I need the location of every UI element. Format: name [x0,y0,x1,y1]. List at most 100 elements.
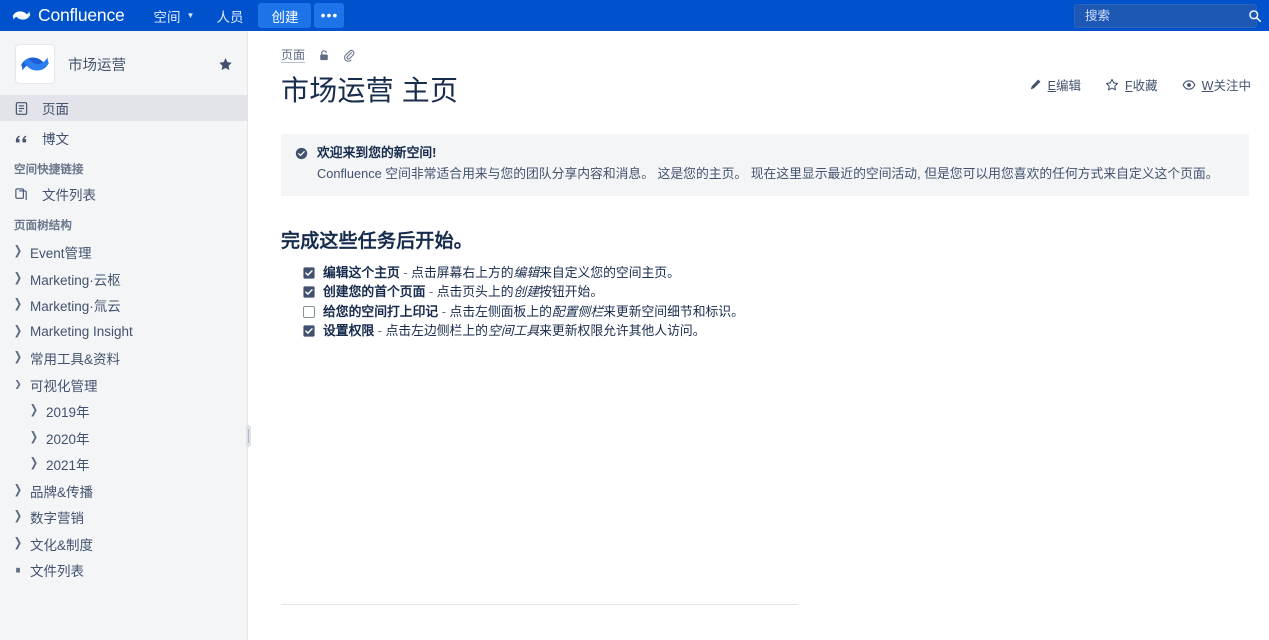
tree-item-digital-marketing[interactable]: ❯ 数字营销 [0,504,247,531]
confluence-logo-icon [12,6,31,25]
tree-item-label: 文件列表 [30,564,84,580]
watch-button-label: W关注中 [1201,79,1251,93]
chevron-right-icon[interactable]: ❯ [10,298,26,312]
lock-icon[interactable] [318,49,330,62]
welcome-notice-title: 欢迎来到您的新空间! [317,144,437,160]
sidebar-resize-handle[interactable] [246,425,251,447]
create-button[interactable]: 创建 [258,3,312,28]
favourite-button-label: F收藏 [1125,79,1158,93]
favourite-button[interactable]: F收藏 [1105,75,1158,94]
sidebar-section-shortcuts: 空间快捷链接 [14,164,84,176]
tree-item-label: 可视化管理 [30,378,98,394]
task-text: 设置权限 - 点击左边侧栏上的空间工具来更新权限允许其他人访问。 [323,323,706,339]
sidebar-item-pages-label: 页面 [42,102,69,117]
page-icon [14,101,31,116]
chevron-right-icon[interactable]: ❯ [26,404,42,418]
check-circle-icon [295,147,308,160]
chevron-right-icon[interactable]: ❯ [10,510,26,524]
tree-item-brand-communication[interactable]: ❯ 品牌&传播 [0,478,247,505]
task-list-item[interactable]: 给您的空间打上印记 - 点击左侧面板上的配置侧栏来更新空间细节和标识。 [303,302,1249,321]
chevron-right-icon[interactable]: ❯ [26,431,42,445]
breadcrumb: 页面 [281,47,1269,64]
paperclip-icon[interactable] [343,49,355,62]
tree-item-label: Marketing·氚云 [30,299,121,315]
search-input[interactable] [1083,8,1248,24]
tree-item-marketing-chuanyun[interactable]: ❯ Marketing·氚云 [0,292,247,319]
task-checkbox-unchecked[interactable] [303,304,316,318]
space-name: 市场运营 [68,57,126,74]
tree-item-visual-management[interactable]: ❯ 可视化管理 [0,372,247,399]
task-checkbox-checked[interactable] [303,284,315,298]
task-checkbox-checked[interactable] [303,323,315,337]
tree-item-label: 2021年 [46,458,90,474]
eye-icon [1182,78,1196,92]
tree-item-culture-system[interactable]: ❯ 文化&制度 [0,531,247,558]
edit-button-label: E编辑 [1047,79,1082,93]
tree-item-2019[interactable]: ❯ 2019年 [0,398,247,425]
nav-item-spaces-label: 空间 [153,9,181,25]
chevron-right-icon[interactable]: ❯ [10,325,26,339]
breadcrumb-item-pages[interactable]: 页面 [281,48,306,63]
task-text: 创建您的首个页面 - 点击页头上的创建按钮开始。 [323,284,604,300]
chevron-right-icon[interactable]: ❯ [10,272,26,286]
tree-item-tools-materials[interactable]: ❯ 常用工具&资料 [0,345,247,372]
more-options-button[interactable]: ••• [314,3,345,28]
space-header: 市场运营 [0,31,247,95]
tree-item-label: 2019年 [46,405,90,421]
space-logo-icon[interactable] [16,45,54,83]
tree-item-label: 品牌&传播 [30,484,94,500]
watch-button[interactable]: W关注中 [1182,75,1251,94]
nav-item-people-label: 人员 [216,9,244,25]
tree-item-file-list[interactable]: ▪ 文件列表 [0,557,247,584]
page-body: 欢迎来到您的新空间! Confluence 空间非常适合用来与您的团队分享内容和… [249,133,1269,341]
sidebar-item-file-list[interactable]: 文件列表 [0,181,247,207]
tree-item-label: 数字营销 [30,511,84,527]
main-content: 页面 市场运营 主页 E编辑 F收藏 W关注中 欢迎来到您的新空间! Confl… [249,31,1269,640]
confluence-brand[interactable]: Confluence [12,6,125,25]
nav-item-spaces[interactable]: 空间 ▼ [143,0,206,31]
star-outline-icon [1105,78,1119,92]
tree-item-2021[interactable]: ❯ 2021年 [0,451,247,478]
chevron-right-icon[interactable]: ❯ [10,484,26,498]
ellipsis-icon: ••• [320,6,339,23]
star-filled-icon[interactable] [218,57,233,72]
welcome-notice-body: Confluence 空间非常适合用来与您的团队分享内容和消息。 这是您的主页。… [317,166,1219,182]
chevron-down-icon[interactable]: ❯ [10,380,26,389]
tree-item-label: 2020年 [46,431,90,447]
edit-button[interactable]: E编辑 [1029,75,1081,94]
task-list-item[interactable]: 编辑这个主页 - 点击屏幕右上方的编辑来自定义您的空间主页。 [303,263,1249,282]
search-icon[interactable] [1248,9,1262,23]
tree-item-2020[interactable]: ❯ 2020年 [0,425,247,452]
task-list: 编辑这个主页 - 点击屏幕右上方的编辑来自定义您的空间主页。 创建您的首个页面 … [281,263,1249,341]
search-box[interactable] [1074,4,1262,28]
chevron-right-icon[interactable]: ❯ [10,245,26,259]
page-tree: ❯ Event管理 ❯ Marketing·云枢 ❯ Marketing·氚云 … [0,237,247,584]
chevron-right-icon[interactable]: ❯ [10,351,26,365]
space-sidebar: 市场运营 页面 博文 空间快捷链接 文件列表 页面树结构 ❯ Event管理 ❯… [0,31,248,640]
tree-item-label: 文化&制度 [30,537,94,553]
task-checkbox-checked[interactable] [303,265,315,279]
nav-item-people[interactable]: 人员 [205,0,254,31]
pencil-icon [1029,78,1042,91]
sidebar-item-pages[interactable]: 页面 [0,95,247,121]
welcome-notice: 欢迎来到您的新空间! Confluence 空间非常适合用来与您的团队分享内容和… [281,133,1249,196]
task-list-item[interactable]: 设置权限 - 点击左边侧栏上的空间工具来更新权限允许其他人访问。 [303,321,1249,340]
tree-item-marketing-insight[interactable]: ❯ Marketing Insight [0,319,247,346]
page-actions: E编辑 F收藏 W关注中 [1029,75,1251,94]
task-text: 给您的空间打上印记 - 点击左侧面板上的配置侧栏来更新空间细节和标识。 [323,303,744,319]
file-list-icon [14,187,31,202]
tree-item-event-guanli[interactable]: ❯ Event管理 [0,239,247,266]
chevron-right-icon[interactable]: ❯ [10,537,26,551]
chevron-right-icon[interactable]: ❯ [26,457,42,471]
sidebar-item-blog[interactable]: 博文 [0,125,247,151]
top-navigation-bar: Confluence 空间 ▼ 人员 创建 ••• [0,0,1269,31]
blog-quote-icon [14,131,31,146]
task-text: 编辑这个主页 - 点击屏幕右上方的编辑来自定义您的空间主页。 [323,264,680,280]
tree-item-marketing-yunshu[interactable]: ❯ Marketing·云枢 [0,266,247,293]
task-list-item[interactable]: 创建您的首个页面 - 点击页头上的创建按钮开始。 [303,282,1249,301]
sidebar-item-file-list-label: 文件列表 [42,188,96,203]
bullet-dot-icon: ▪ [15,559,21,581]
tree-item-label: 常用工具&资料 [30,352,121,368]
tree-item-label: Marketing Insight [30,324,133,340]
tree-item-label: Event管理 [30,246,92,262]
